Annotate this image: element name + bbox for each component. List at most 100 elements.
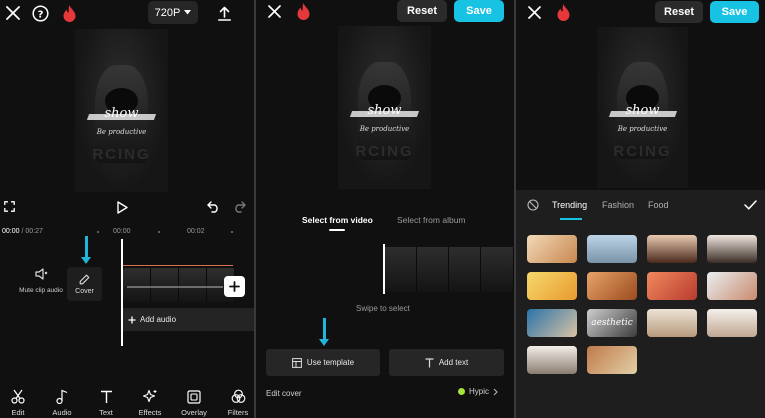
save-button[interactable]: Save — [454, 0, 504, 22]
frame-selector-line[interactable] — [383, 244, 385, 294]
template-sheet: Trending Fashion Food aesthetic — [516, 190, 765, 418]
template-thumbnail[interactable]: aesthetic — [587, 309, 637, 337]
toolbar-filters[interactable]: Filters — [218, 388, 254, 417]
video-subcaption: Be productive — [96, 128, 147, 137]
help-icon: ? — [31, 4, 49, 22]
toolbar-text[interactable]: Text — [86, 388, 126, 417]
time-readout: 00:00 / 00:27 — [2, 228, 43, 235]
tab-select-from-album[interactable]: Select from album — [397, 215, 466, 225]
video-subcaption: Be productive — [617, 125, 668, 134]
reset-button[interactable]: Reset — [397, 0, 447, 22]
text-icon — [100, 390, 112, 403]
tab-fashion[interactable]: Fashion — [602, 200, 634, 210]
export-button[interactable] — [214, 3, 234, 23]
close-icon — [527, 5, 541, 19]
toolbar-overlay[interactable]: Overlay — [174, 388, 214, 417]
film-frame — [123, 268, 151, 302]
film-frame — [449, 247, 481, 292]
pro-fire-button[interactable] — [554, 2, 572, 22]
tab-trending[interactable]: Trending — [552, 200, 587, 210]
add-text-label: Add text — [438, 358, 469, 367]
close-button[interactable] — [524, 2, 544, 22]
playhead[interactable] — [121, 239, 123, 346]
close-button[interactable] — [264, 1, 284, 21]
toolbar-edit-label: Edit — [11, 408, 25, 417]
film-frame — [179, 268, 207, 302]
no-template-button[interactable] — [525, 197, 541, 213]
template-thumbnail[interactable] — [527, 272, 577, 300]
template-thumbnail[interactable] — [707, 272, 757, 300]
confirm-button[interactable] — [742, 197, 758, 213]
hypic-label: Hypic — [469, 387, 490, 396]
add-audio-button[interactable]: Add audio — [123, 308, 254, 331]
fullscreen-icon — [3, 200, 15, 212]
pro-fire-button[interactable] — [60, 3, 78, 23]
resolution-dropdown[interactable]: 720P — [148, 1, 198, 24]
pro-fire-button[interactable] — [294, 1, 312, 21]
template-thumbnail[interactable] — [587, 272, 637, 300]
template-thumbnail[interactable] — [707, 309, 757, 337]
video-subcaption: Be productive — [359, 125, 410, 134]
fire-icon — [557, 3, 569, 21]
ruler-dot — [158, 231, 160, 233]
help-button[interactable]: ? — [30, 3, 50, 23]
toolbar-text-label: Text — [99, 408, 113, 417]
plus-icon — [229, 281, 240, 292]
cover-button[interactable]: Cover — [67, 267, 102, 301]
annotation-arrow — [81, 236, 91, 264]
template-thumbnail[interactable] — [707, 235, 757, 263]
template-thumbnail[interactable] — [647, 272, 697, 300]
add-text-button[interactable]: Add text — [389, 349, 504, 376]
play-button[interactable] — [113, 198, 131, 216]
video-ghost-text: RCING — [355, 143, 414, 161]
audio-waveform-line — [123, 265, 233, 266]
video-preview[interactable]: show Be productive RCING — [75, 29, 168, 192]
video-ghost-text: RCING — [92, 146, 151, 164]
tab-food[interactable]: Food — [648, 200, 669, 210]
close-icon — [6, 6, 20, 20]
plus-icon — [128, 316, 136, 323]
hypic-link[interactable]: Hypic — [458, 387, 498, 396]
mute-clip-button[interactable]: Mute clip audio — [14, 268, 68, 294]
time-total: 00:27 — [25, 228, 43, 235]
frame-strip[interactable] — [383, 247, 514, 292]
add-clip-button[interactable] — [224, 276, 245, 297]
save-button[interactable]: Save — [710, 1, 759, 23]
redo-button[interactable] — [230, 198, 248, 216]
hypic-dot — [458, 388, 465, 395]
cover-preview[interactable]: show Be productive RCING — [338, 26, 431, 189]
close-button[interactable] — [3, 3, 23, 23]
template-thumbnail[interactable] — [527, 309, 577, 337]
caret-down-icon — [184, 10, 192, 15]
reset-button[interactable]: Reset — [655, 1, 703, 23]
use-template-button[interactable]: Use template — [266, 349, 380, 376]
template-thumbnail-text: aesthetic — [591, 318, 633, 328]
tab-select-from-video[interactable]: Select from video — [302, 215, 373, 225]
fullscreen-button[interactable] — [1, 198, 17, 214]
toolbar-effects-label: Effects — [138, 408, 162, 417]
fire-icon — [63, 4, 75, 22]
time-current: 00:00 — [2, 228, 20, 235]
toolbar-edit[interactable]: Edit — [0, 388, 38, 417]
template-thumbnail[interactable] — [587, 346, 637, 374]
toolbar-overlay-label: Overlay — [181, 408, 207, 417]
undo-button[interactable] — [204, 198, 222, 216]
use-template-label: Use template — [306, 358, 355, 367]
cover-panel: Reset Save show Be productive RCING Sele… — [256, 0, 514, 418]
video-track-clip[interactable] — [123, 268, 235, 302]
resolution-label: 720P — [154, 6, 181, 19]
film-frame — [481, 247, 514, 292]
template-thumbnail[interactable] — [647, 235, 697, 263]
template-thumbnail[interactable] — [647, 309, 697, 337]
edit-cover-label: Edit cover — [266, 389, 302, 398]
template-thumbnail[interactable] — [527, 235, 577, 263]
cover-preview[interactable]: show Be productive RCING — [597, 27, 688, 188]
prohibited-icon — [527, 199, 539, 211]
music-note-icon — [56, 389, 68, 404]
fire-icon — [297, 2, 309, 20]
toolbar-effects[interactable]: Effects — [130, 388, 170, 417]
video-caption: show — [625, 102, 660, 118]
template-thumbnail[interactable] — [527, 346, 577, 374]
template-thumbnail[interactable] — [587, 235, 637, 263]
toolbar-audio[interactable]: Audio — [42, 388, 82, 417]
